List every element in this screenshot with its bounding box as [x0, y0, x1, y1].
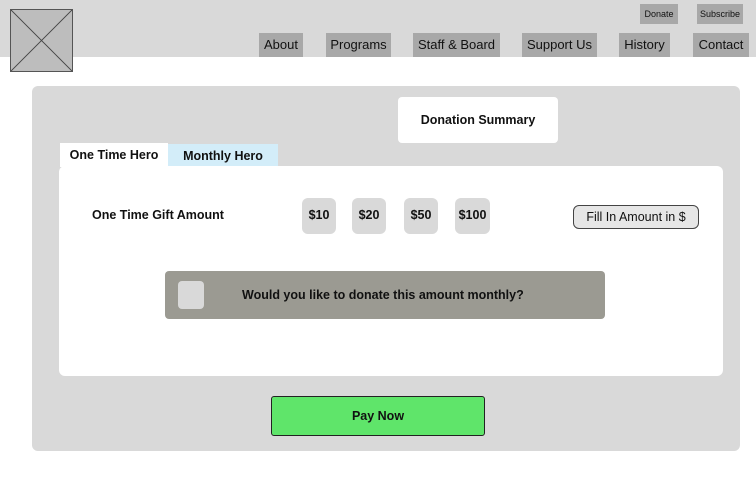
nav-staff-board[interactable]: Staff & Board	[413, 33, 500, 57]
gift-amount-label: One Time Gift Amount	[92, 208, 224, 222]
donate-link[interactable]: Donate	[640, 4, 678, 24]
tab-monthly-hero[interactable]: Monthly Hero	[168, 144, 278, 168]
amount-20-button[interactable]: $20	[352, 198, 386, 234]
pay-now-button[interactable]: Pay Now	[271, 396, 485, 436]
monthly-checkbox[interactable]	[178, 281, 204, 309]
amount-10-button[interactable]: $10	[302, 198, 336, 234]
nav-contact[interactable]: Contact	[693, 33, 749, 57]
logo-placeholder-icon[interactable]	[10, 9, 73, 72]
custom-amount-input[interactable]: Fill In Amount in $	[573, 205, 699, 229]
monthly-question-label: Would you like to donate this amount mon…	[242, 288, 524, 302]
nav-about[interactable]: About	[259, 33, 303, 57]
donation-summary-button[interactable]: Donation Summary	[398, 97, 558, 143]
amount-100-button[interactable]: $100	[455, 198, 490, 234]
nav-programs[interactable]: Programs	[326, 33, 391, 57]
amount-50-button[interactable]: $50	[404, 198, 438, 234]
nav-history[interactable]: History	[619, 33, 670, 57]
tab-one-time-hero[interactable]: One Time Hero	[60, 143, 168, 167]
nav-support-us[interactable]: Support Us	[522, 33, 597, 57]
subscribe-link[interactable]: Subscribe	[697, 4, 743, 24]
